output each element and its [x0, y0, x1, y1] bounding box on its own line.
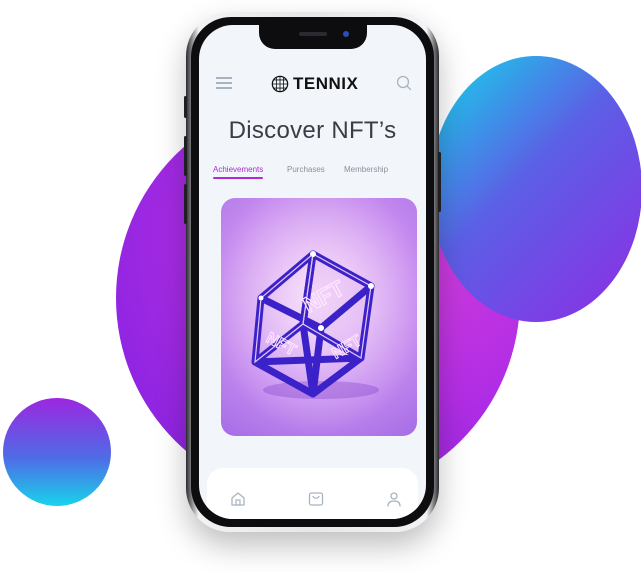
- phone-mute-switch: [184, 96, 187, 118]
- tab-achievements[interactable]: Achievements: [213, 165, 264, 179]
- background-circle-right: [430, 56, 641, 322]
- brand-name: TENNIX: [293, 74, 359, 93]
- phone-power-button: [438, 152, 441, 212]
- app-header: TENNIX: [199, 69, 426, 97]
- user-icon[interactable]: [385, 490, 403, 508]
- notch: [259, 25, 367, 49]
- active-tab-indicator: [213, 177, 264, 179]
- front-camera: [343, 31, 349, 37]
- page-title: Discover NFT’s: [228, 117, 397, 144]
- phone-screen: TENNIX Discover NFT’s Achievements Purch…: [199, 25, 426, 519]
- search-icon[interactable]: [396, 75, 412, 91]
- speaker-grille: [299, 32, 327, 36]
- home-icon[interactable]: [229, 490, 247, 508]
- phone-volume-up: [184, 136, 187, 176]
- tab-label: Membership: [344, 165, 389, 174]
- background-circle-small: [3, 398, 111, 506]
- brand-logo[interactable]: TENNIX: [271, 74, 358, 94]
- hamburger-menu-icon[interactable]: [216, 77, 232, 89]
- nft-card[interactable]: NFT NFT NFT: [221, 198, 417, 436]
- phone-mockup: TENNIX Discover NFT’s Achievements Purch…: [184, 12, 441, 532]
- tab-label: Achievements: [213, 165, 264, 174]
- tab-label: Purchases: [287, 165, 325, 174]
- tab-bar: Achievements Purchases Membership: [213, 165, 418, 185]
- tab-purchases[interactable]: Purchases: [287, 165, 325, 174]
- globe-logo-icon: [271, 75, 289, 93]
- phone-volume-down: [184, 184, 187, 224]
- phone-bezel: TENNIX Discover NFT’s Achievements Purch…: [191, 17, 434, 527]
- bottom-navigation: [207, 468, 418, 519]
- nft-cube-image: NFT NFT NFT: [221, 198, 417, 436]
- tab-membership[interactable]: Membership: [344, 165, 388, 174]
- shopping-bag-icon[interactable]: [307, 490, 325, 508]
